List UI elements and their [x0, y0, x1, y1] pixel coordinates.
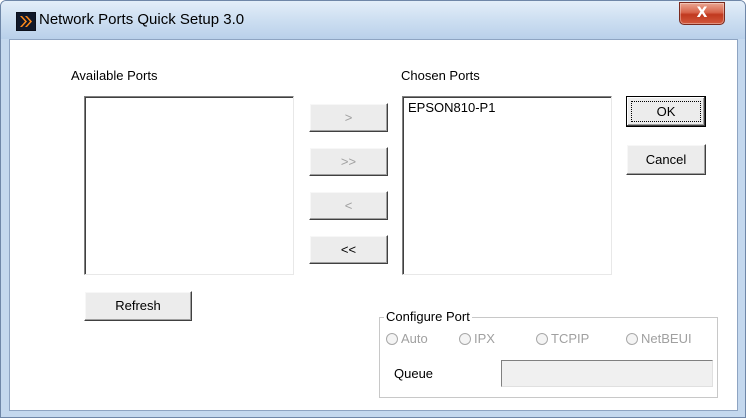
window-title: Network Ports Quick Setup 3.0 [39, 11, 245, 28]
radio-circle [386, 333, 398, 345]
list-item[interactable]: EPSON810-P1 [408, 100, 495, 115]
queue-input[interactable] [501, 360, 713, 387]
refresh-button[interactable]: Refresh [84, 291, 192, 321]
configure-port-legend: Configure Port [384, 309, 472, 324]
refresh-label: Refresh [115, 298, 161, 313]
ok-button[interactable]: OK [626, 96, 706, 127]
remove-port-label: < [344, 198, 353, 213]
title-bar[interactable]: Network Ports Quick Setup 3.0 X [1, 1, 745, 39]
radio-circle [536, 333, 548, 345]
cancel-label: Cancel [645, 152, 687, 167]
dialog-window: Network Ports Quick Setup 3.0 X Availabl… [0, 0, 746, 418]
remove-port-button[interactable]: < [309, 191, 388, 220]
remove-all-ports-button[interactable]: << [309, 235, 388, 264]
radio-tcpip-label: TCPIP [551, 331, 590, 346]
radio-netbeui-label: NetBEUI [641, 331, 692, 346]
chosen-ports-label: Chosen Ports [401, 68, 480, 83]
add-all-ports-label: >> [340, 154, 357, 169]
close-icon: X [696, 5, 708, 21]
radio-circle [626, 333, 638, 345]
double-chevron-right-icon [16, 12, 36, 31]
radio-ipx-label: IPX [474, 331, 495, 346]
available-ports-list[interactable] [84, 96, 294, 275]
configure-port-group: Configure Port Auto IPX TCPIP NetBEUI Qu… [379, 309, 718, 398]
close-button[interactable]: X [679, 2, 725, 25]
add-port-button[interactable]: > [309, 103, 388, 132]
radio-circle [459, 333, 471, 345]
add-port-label: > [344, 110, 353, 125]
focus-ring [631, 101, 701, 122]
dialog-client: Available Ports Chosen Ports > >> < << E… [9, 39, 738, 411]
chosen-ports-list[interactable]: EPSON810-P1 [402, 96, 612, 275]
cancel-button[interactable]: Cancel [626, 144, 706, 175]
available-ports-label: Available Ports [71, 68, 158, 83]
add-all-ports-button[interactable]: >> [309, 147, 388, 176]
radio-auto-label: Auto [401, 331, 428, 346]
queue-label: Queue [394, 366, 434, 381]
remove-all-ports-label: << [340, 242, 357, 257]
